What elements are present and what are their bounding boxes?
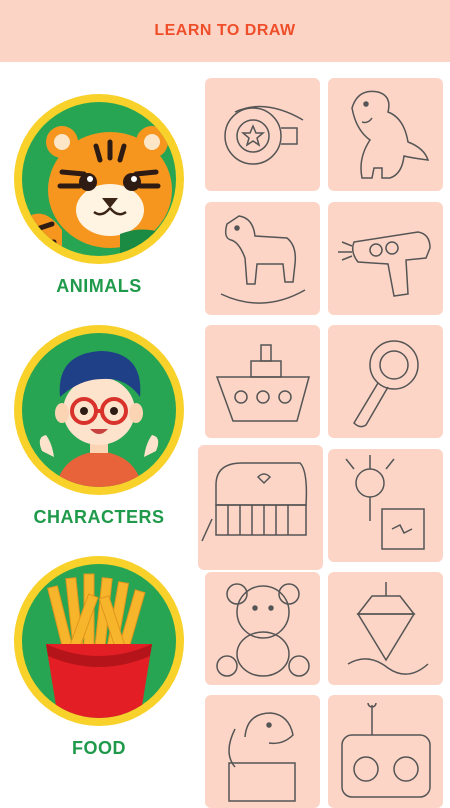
drawing-spinning-top[interactable] <box>328 572 443 685</box>
remote-control-icon <box>341 702 431 798</box>
page-title: LEARN TO DRAW <box>154 22 296 39</box>
whistle-icon <box>224 105 304 165</box>
category-animals[interactable]: ANIMALS <box>14 94 184 297</box>
drawing-remote-control[interactable] <box>328 695 443 808</box>
category-label: FOOD <box>72 738 126 758</box>
fries-icon <box>22 564 176 718</box>
drawing-toy-dog[interactable] <box>205 695 320 808</box>
water-gun-icon <box>338 231 431 297</box>
toy-dog-icon <box>228 712 296 802</box>
drawing-jack-in-the-box[interactable] <box>328 449 443 562</box>
category-ring <box>14 325 184 495</box>
category-label: CHARACTERS <box>33 507 165 527</box>
teddy-bear-icon <box>216 583 310 677</box>
toy-piano-icon <box>201 462 308 542</box>
drawing-rattle[interactable] <box>328 325 443 438</box>
drawing-whistle[interactable] <box>205 78 320 191</box>
dinosaur-icon <box>351 90 430 179</box>
boat-icon <box>215 344 310 422</box>
category-characters[interactable]: CHARACTERS <box>14 325 184 528</box>
spinning-top-icon <box>347 582 429 675</box>
drawing-teddy-bear[interactable] <box>205 572 320 685</box>
boy-icon <box>22 333 176 487</box>
tiger-icon <box>22 102 176 256</box>
category-label: ANIMALS <box>56 276 142 296</box>
rocking-horse-icon <box>220 215 306 304</box>
drawing-rocking-horse[interactable] <box>205 202 320 315</box>
category-ring <box>14 556 184 726</box>
drawing-water-gun[interactable] <box>328 202 443 315</box>
jack-in-the-box-icon <box>345 455 425 550</box>
category-ring <box>14 94 184 264</box>
drawing-dinosaur[interactable] <box>328 78 443 191</box>
drawing-toy-piano[interactable] <box>198 445 323 570</box>
rattle-icon <box>353 340 419 428</box>
header-bar: LEARN TO DRAW <box>0 0 450 62</box>
drawing-boat[interactable] <box>205 325 320 438</box>
category-food[interactable]: FOOD <box>14 556 184 759</box>
